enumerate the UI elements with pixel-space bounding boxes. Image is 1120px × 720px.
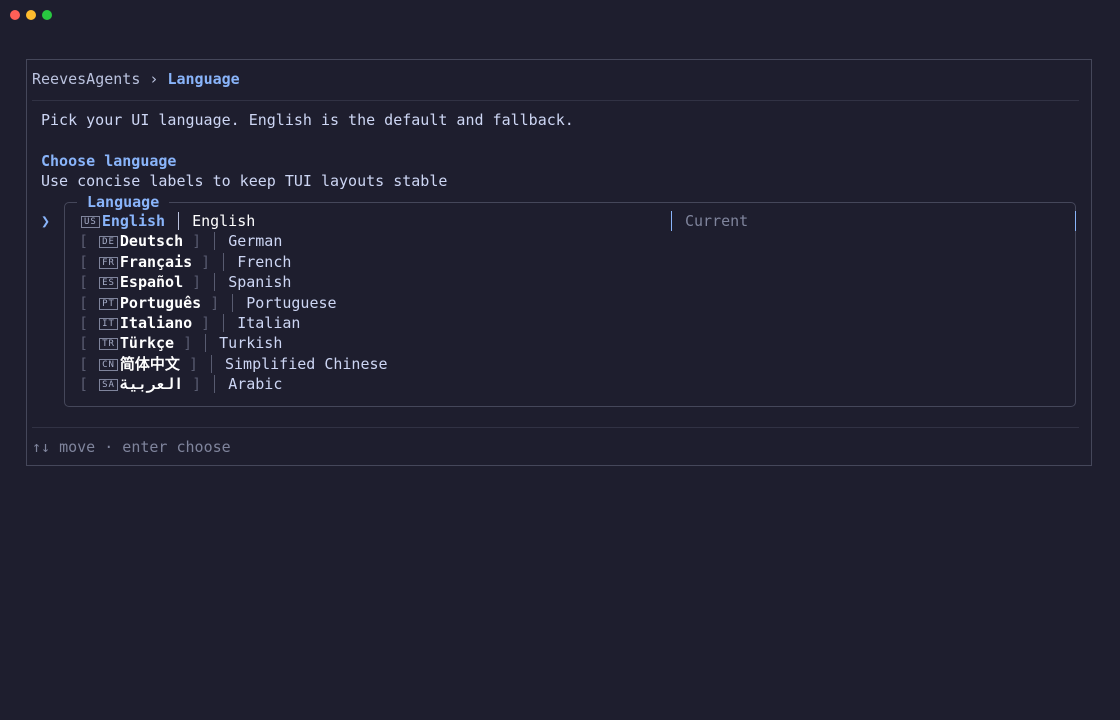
flag-icon: TR <box>99 338 118 351</box>
language-english-name: Arabic <box>228 375 283 394</box>
language-english-name: Simplified Chinese <box>224 354 388 373</box>
language-option-content: [ ES Español ] Spanish <box>79 272 291 292</box>
bracket-close: ] <box>192 252 211 271</box>
language-english-name: Spanish <box>228 273 292 292</box>
footer-divider <box>32 427 1079 428</box>
flag-icon: US <box>81 216 100 228</box>
language-english-name: English <box>192 212 256 230</box>
language-english-name: Turkish <box>219 334 283 353</box>
bracket-close: ] <box>201 293 220 312</box>
bracket-close: ] <box>192 313 211 332</box>
language-option-english[interactable]: ❯ US English English Current <box>41 211 1076 231</box>
selection-cursor-icon: ❯ <box>41 212 51 230</box>
language-option-french[interactable]: [ FR Français ] French <box>65 252 1075 272</box>
language-native-name: Italiano <box>119 313 193 332</box>
bracket-close: ] <box>183 273 202 292</box>
language-native-name: Français <box>119 252 193 271</box>
bracket-close: ] <box>183 375 202 394</box>
section-subtitle: Use concise labels to keep TUI layouts s… <box>41 172 448 190</box>
language-option-content: [ CN 简体中文 ] Simplified Chinese <box>79 354 388 374</box>
minimize-window-button[interactable] <box>26 10 36 20</box>
language-native-name: Deutsch <box>119 232 184 251</box>
language-native-name: العربية <box>119 375 184 394</box>
bracket-open: [ <box>79 293 98 312</box>
language-option-content: [ TR Türkçe ] Turkish <box>79 333 282 353</box>
bracket-open: [ <box>79 273 98 292</box>
flag-icon: DE <box>99 236 118 249</box>
flag-icon: IT <box>99 317 118 330</box>
flag-icon: CN <box>99 358 118 371</box>
column-separator <box>214 232 216 251</box>
window-controls <box>10 10 52 20</box>
column-separator <box>214 375 216 394</box>
language-option-german[interactable]: [ DE Deutsch ] German <box>65 231 1075 251</box>
language-english-name: Italian <box>237 313 301 332</box>
bracket-open: [ <box>79 334 98 353</box>
language-option-content: [ PT Português ] Portuguese <box>79 293 337 313</box>
column-separator <box>205 334 207 353</box>
close-window-button[interactable] <box>10 10 20 20</box>
column-separator <box>178 212 180 230</box>
language-english-name: French <box>237 252 292 271</box>
header-divider <box>32 100 1079 101</box>
bracket-open: [ <box>79 252 98 271</box>
breadcrumb: ReevesAgents › Language <box>32 69 240 89</box>
language-option-content: [ DE Deutsch ] German <box>79 231 282 251</box>
bracket-close: ] <box>174 334 193 353</box>
language-option-content: [ IT Italiano ] Italian <box>79 313 300 333</box>
language-rows: ❯ US English English Current[ DE Deutsch ] Ger… <box>41 211 1076 395</box>
column-separator <box>210 354 212 373</box>
bracket-open: [ <box>79 354 98 373</box>
language-english-name: German <box>228 232 283 251</box>
keyboard-hint: ↑↓ move · enter choose <box>32 438 231 456</box>
column-separator <box>232 293 234 312</box>
language-native-name: Português <box>119 293 202 312</box>
language-list: Language ❯ US English English Current[ DE Deu… <box>41 193 1076 407</box>
zoom-window-button[interactable] <box>42 10 52 20</box>
breadcrumb-separator: › <box>149 70 159 88</box>
bracket-open: [ <box>79 313 98 332</box>
language-option-turkish[interactable]: [ TR Türkçe ] Turkish <box>65 333 1075 353</box>
bracket-open: [ <box>79 232 98 251</box>
flag-icon: PT <box>99 297 118 310</box>
flag-icon: SA <box>99 379 118 392</box>
breadcrumb-root[interactable]: ReevesAgents <box>32 70 140 88</box>
language-option-content: [ FR Français ] French <box>79 252 291 272</box>
column-separator <box>214 273 216 292</box>
terminal-window: ReevesAgents › Language Pick your UI lan… <box>0 0 1120 720</box>
language-native-name: 简体中文 <box>119 354 180 373</box>
language-option-italian[interactable]: [ IT Italiano ] Italian <box>65 313 1075 333</box>
language-native-name: English <box>101 212 166 230</box>
selection-edge <box>1075 211 1076 231</box>
language-native-name: Español <box>119 273 184 292</box>
intro-text: Pick your UI language. English is the de… <box>41 111 574 129</box>
bracket-close: ] <box>179 354 198 373</box>
language-english-name: Portuguese <box>246 293 337 312</box>
flag-icon: FR <box>99 256 118 269</box>
language-list-title: Language <box>77 193 170 211</box>
current-language-badge: Current <box>671 211 748 231</box>
language-option-arabic[interactable]: [ SA العربية ] Arabic <box>65 374 1075 394</box>
language-option-content: [ SA العربية ] Arabic <box>79 374 282 394</box>
language-option-content: US English English <box>79 211 255 231</box>
column-separator <box>223 252 225 271</box>
bracket-open: [ <box>79 375 98 394</box>
section-title: Choose language <box>41 152 177 170</box>
bracket-close: ] <box>183 232 202 251</box>
language-native-name: Türkçe <box>119 334 175 353</box>
language-option-portuguese[interactable]: [ PT Português ] Portuguese <box>65 293 1075 313</box>
flag-icon: ES <box>99 277 118 290</box>
language-panel: ReevesAgents › Language Pick your UI lan… <box>26 59 1092 466</box>
language-option-simplified-chinese[interactable]: [ CN 简体中文 ] Simplified Chinese <box>65 354 1075 374</box>
column-separator <box>223 313 225 332</box>
language-option-spanish[interactable]: [ ES Español ] Spanish <box>65 272 1075 292</box>
breadcrumb-current: Language <box>167 70 240 88</box>
